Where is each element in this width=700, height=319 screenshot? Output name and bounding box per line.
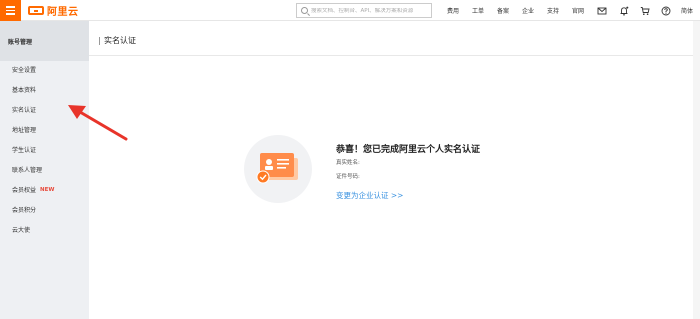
language-switch[interactable]: 简体 (681, 6, 693, 15)
nav-billing[interactable]: 费用 (447, 6, 459, 15)
sidebar-item-security[interactable]: 安全设置 (12, 65, 36, 74)
sidebar-title: 账号管理 (0, 21, 89, 61)
nav-official-site[interactable]: 官网 (572, 6, 584, 15)
sidebar-item-label: 地址管理 (12, 127, 37, 134)
sidebar-item-label: 基本资料 (12, 87, 37, 94)
new-badge: NEW (40, 186, 55, 193)
sidebar-item-label: 安全设置 (12, 67, 37, 74)
scrollbar[interactable] (693, 21, 700, 319)
bell-icon[interactable] (618, 5, 629, 16)
nav-support[interactable]: 支持 (547, 6, 559, 15)
title-bar-decoration (99, 36, 100, 45)
success-message: 恭喜！您已完成阿里云个人实名认证 (336, 145, 481, 155)
divider (89, 55, 700, 56)
nav-icp[interactable]: 备案 (497, 6, 509, 15)
help-icon[interactable] (660, 5, 671, 16)
sidebar-item-student[interactable]: 学生认证 (12, 145, 36, 154)
sidebar-item-real-name[interactable]: 实名认证 (12, 105, 36, 114)
sidebar-item-label: 会员积分 (12, 207, 37, 214)
sidebar-item-member-points[interactable]: 会员积分 (12, 205, 36, 214)
sidebar-item-basic-info[interactable]: 基本资料 (12, 85, 36, 94)
change-to-enterprise-link[interactable]: 变更为企业认证 >> (336, 190, 403, 201)
logo[interactable]: 阿里云 (28, 3, 79, 18)
top-bar: 阿里云 费用 工单 备案 企业 支持 官网 简体 (0, 0, 700, 21)
sidebar-item-member-benefits[interactable]: 会员权益 NEW (12, 185, 55, 195)
sidebar-item-label: 云大使 (12, 227, 31, 234)
mail-icon[interactable] (596, 5, 607, 16)
sidebar-item-contacts[interactable]: 联系人管理 (12, 165, 42, 174)
sidebar-item-label: 会员权益 (12, 187, 37, 194)
page-title: 实名认证 (99, 35, 136, 46)
sidebar-item-label: 实名认证 (12, 107, 37, 114)
logo-text: 阿里云 (47, 7, 79, 18)
id-number-label: 证件号码: (336, 174, 360, 180)
nav-ticket[interactable]: 工单 (472, 6, 484, 15)
search-icon (301, 7, 308, 14)
search-box[interactable] (296, 3, 432, 18)
id-card-verified-icon (244, 135, 312, 203)
aliyun-logo-icon (28, 6, 44, 15)
sidebar-item-label: 联系人管理 (12, 167, 43, 174)
sidebar-item-ambassador[interactable]: 云大使 (12, 225, 30, 234)
search-input[interactable] (311, 7, 429, 14)
menu-icon[interactable] (0, 0, 21, 21)
annotation-arrow (68, 105, 128, 141)
sidebar-item-label: 学生认证 (12, 147, 37, 154)
nav-enterprise[interactable]: 企业 (522, 6, 534, 15)
main-content: 实名认证 恭喜！您已完成阿里云个人实名认证 真实姓名: 证件号码: 变更为企业认… (89, 21, 700, 319)
real-name-label: 真实姓名: (336, 160, 360, 166)
sidebar-item-address[interactable]: 地址管理 (12, 125, 36, 134)
sidebar: 账号管理 安全设置 基本资料 实名认证 地址管理 学生认证 联系人管理 会员权益… (0, 21, 89, 319)
page-title-text: 实名认证 (104, 36, 136, 45)
cart-icon[interactable] (639, 5, 650, 16)
